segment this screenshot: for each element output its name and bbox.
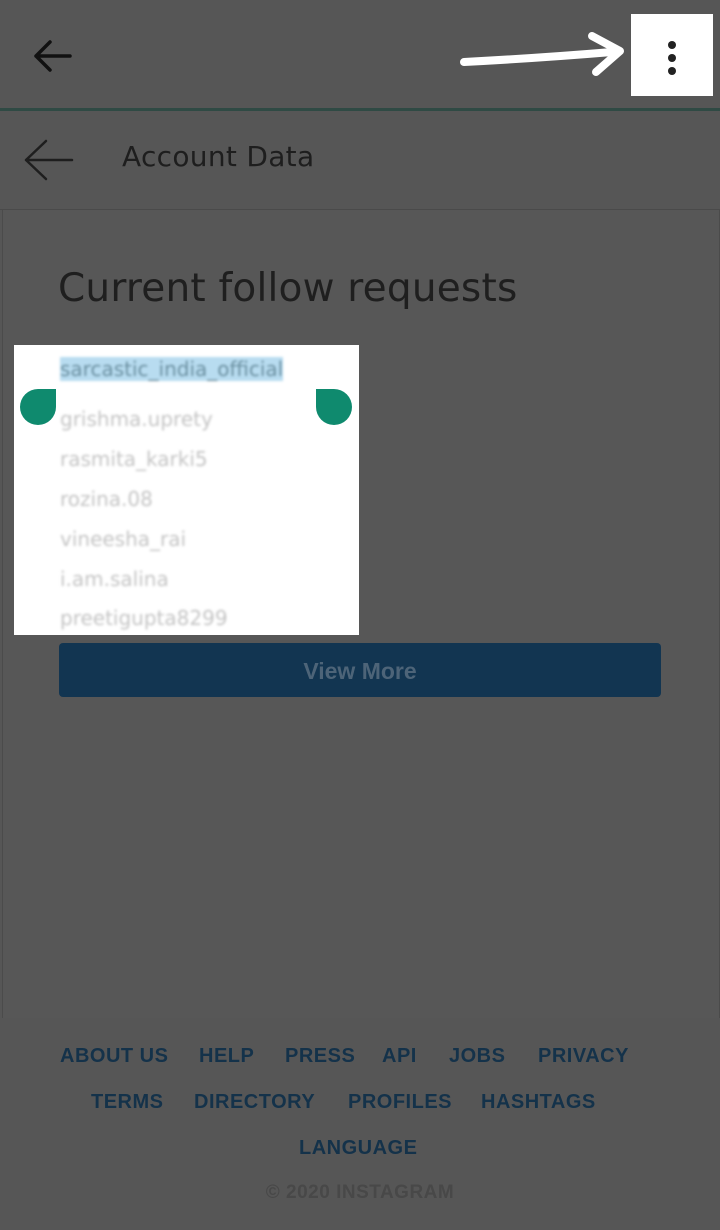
- more-vertical-icon: [668, 41, 676, 49]
- annotation-arrow-icon: [460, 32, 624, 76]
- menu-dot: [668, 54, 676, 62]
- footer-link-language[interactable]: LANGUAGE: [299, 1137, 417, 1160]
- footer-link-help[interactable]: HELP: [199, 1045, 254, 1068]
- request-item[interactable]: i.am.salina: [60, 567, 169, 591]
- request-item[interactable]: rozina.08: [60, 487, 153, 511]
- request-item[interactable]: sarcastic_india_official: [60, 357, 284, 381]
- footer-link-profiles[interactable]: PROFILES: [348, 1091, 452, 1114]
- view-more-button[interactable]: View More: [59, 643, 661, 697]
- back-arrow-icon[interactable]: [22, 138, 74, 182]
- selection-handle-end[interactable]: [316, 389, 352, 425]
- page-title: Account Data: [122, 140, 315, 173]
- more-options-button[interactable]: [631, 14, 713, 96]
- footer-link-privacy[interactable]: PRIVACY: [538, 1045, 629, 1068]
- request-item[interactable]: grishma.uprety: [60, 407, 213, 431]
- footer-link-hashtags[interactable]: HASHTAGS: [481, 1091, 596, 1114]
- account-data-header: [0, 111, 720, 210]
- footer-link-jobs[interactable]: JOBS: [449, 1045, 505, 1068]
- footer-link-api[interactable]: API: [382, 1045, 417, 1068]
- section-title: Current follow requests: [58, 266, 518, 311]
- request-item[interactable]: vineesha_rai: [60, 527, 186, 551]
- request-item[interactable]: rasmita_karki5: [60, 447, 208, 471]
- footer-link-about-us[interactable]: ABOUT US: [60, 1045, 168, 1068]
- arrow-left-icon[interactable]: [30, 36, 74, 76]
- menu-dot: [668, 67, 676, 75]
- copyright-text: © 2020 INSTAGRAM: [265, 1182, 455, 1203]
- footer-link-terms[interactable]: TERMS: [91, 1091, 164, 1114]
- footer-link-directory[interactable]: DIRECTORY: [194, 1091, 315, 1114]
- request-item[interactable]: preetigupta8299: [60, 606, 228, 630]
- selection-handle-start[interactable]: [20, 389, 56, 425]
- footer-link-press[interactable]: PRESS: [285, 1045, 355, 1068]
